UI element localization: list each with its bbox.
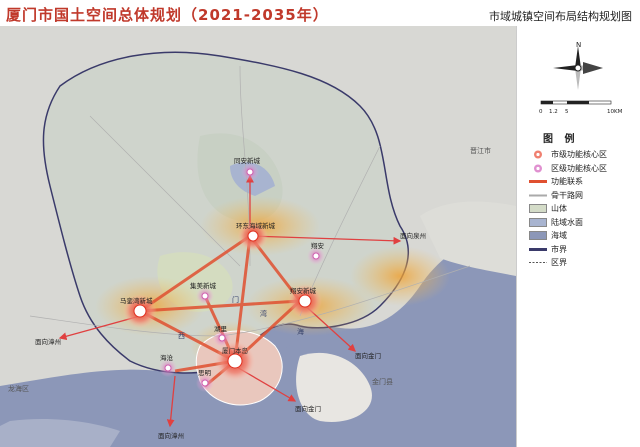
dir-label-zhangzhou-2: 面向漳州: [158, 431, 184, 440]
scale-tick-3: 10KM: [607, 109, 623, 115]
legend-item: 市级功能核心区: [529, 148, 639, 162]
dir-label-zhangzhou: 面向漳州: [35, 337, 61, 346]
water-label-3: 湾: [260, 309, 267, 318]
header: 厦门市国土空间总体规划（2021-2035年） 市域城镇空间布局结构规划图: [0, 0, 640, 26]
legend: 市级功能核心区 区级功能核心区 功能联系 骨干路网 山体 陆域水面 海域 市界 …: [529, 148, 639, 270]
land-water-icon: [529, 217, 547, 227]
core-label-island: 厦门本岛: [222, 346, 248, 355]
district-boundary-icon: [529, 262, 547, 263]
water-label-4: 海: [297, 327, 304, 336]
district-core-icon: [534, 164, 542, 172]
scale-bar: 0 1.2 5 10KM: [539, 100, 623, 115]
dir-label-kinmen-1: 面向金门: [355, 351, 381, 360]
core-label-siming: 思明: [198, 369, 212, 377]
function-link-icon: [529, 180, 547, 183]
road-network-icon: [529, 194, 547, 196]
scale-tick-0: 0: [539, 109, 543, 115]
legend-title: 图 例: [543, 134, 579, 145]
city-boundary-icon: [529, 247, 547, 251]
east-zone: [350, 246, 450, 306]
core-label-huandong: 环东海域新城: [236, 221, 276, 230]
legend-label: 海域: [551, 231, 567, 240]
mountain-icon: [529, 204, 547, 213]
place-label-kinmen: 金门县: [372, 377, 393, 386]
legend-label: 骨干路网: [551, 190, 583, 200]
core-label-maluan: 马銮湾新城: [120, 296, 153, 305]
sea-area-icon: [529, 231, 547, 240]
core-label-xiangan: 翔安: [311, 241, 325, 250]
core-label-huli: 湖里: [214, 324, 228, 333]
scale-tick-2: 5: [565, 109, 569, 115]
core-label-haicang: 海沧: [160, 353, 174, 362]
map-page: 厦门市国土空间总体规划（2021-2035年） 市域城镇空间布局结构规划图 同安…: [0, 0, 640, 447]
legend-item: 区级功能核心区: [529, 162, 639, 176]
legend-item: 山体: [529, 202, 639, 216]
dir-label-kinmen-2: 面向金门: [295, 404, 321, 413]
legend-item: 陆域水面: [529, 216, 639, 230]
legend-label: 功能联系: [551, 177, 583, 186]
map-canvas: 同安新城 环东海域新城 翔安 集美新城 马銮湾新城 翔安新城 湖里 厦门本岛 海…: [0, 26, 516, 447]
compass-north: N: [576, 41, 581, 49]
core-label-xiangan-new: 翔安新城: [290, 286, 317, 295]
legend-label: 陆域水面: [551, 217, 583, 227]
legend-label: 市界: [551, 244, 567, 254]
water-label-2: 门: [232, 295, 239, 304]
legend-label: 区级功能核心区: [551, 163, 607, 173]
legend-item: 海域: [529, 229, 639, 243]
core-label-jimei: 集美新城: [190, 281, 217, 290]
core-label-tongan: 同安新城: [234, 156, 261, 165]
legend-panel: N 0 1.2 5 10KM 图 例 市级功能核心区 区级功能核心区 功能联系: [516, 26, 640, 447]
place-label-jinjiang: 晋江市: [470, 146, 491, 155]
legend-label: 山体: [551, 204, 567, 213]
scale-tick-1: 1.2: [549, 109, 558, 115]
legend-item: 功能联系: [529, 175, 639, 189]
legend-label: 市级功能核心区: [551, 150, 607, 159]
compass-icon: N: [553, 41, 603, 90]
city-core-icon: [534, 150, 542, 159]
legend-item: 市界: [529, 243, 639, 257]
legend-item: 骨干路网: [529, 189, 639, 203]
water-label-1: 西: [178, 332, 185, 340]
place-label-longhai: 龙海区: [8, 384, 29, 393]
legend-label: 区界: [551, 258, 567, 267]
legend-item: 区界: [529, 256, 639, 270]
dir-label-quanzhou: 面向泉州: [400, 231, 426, 240]
map-subtitle: 市域城镇空间布局结构规划图: [489, 10, 632, 23]
map-title: 厦门市国土空间总体规划（2021-2035年）: [6, 6, 329, 24]
